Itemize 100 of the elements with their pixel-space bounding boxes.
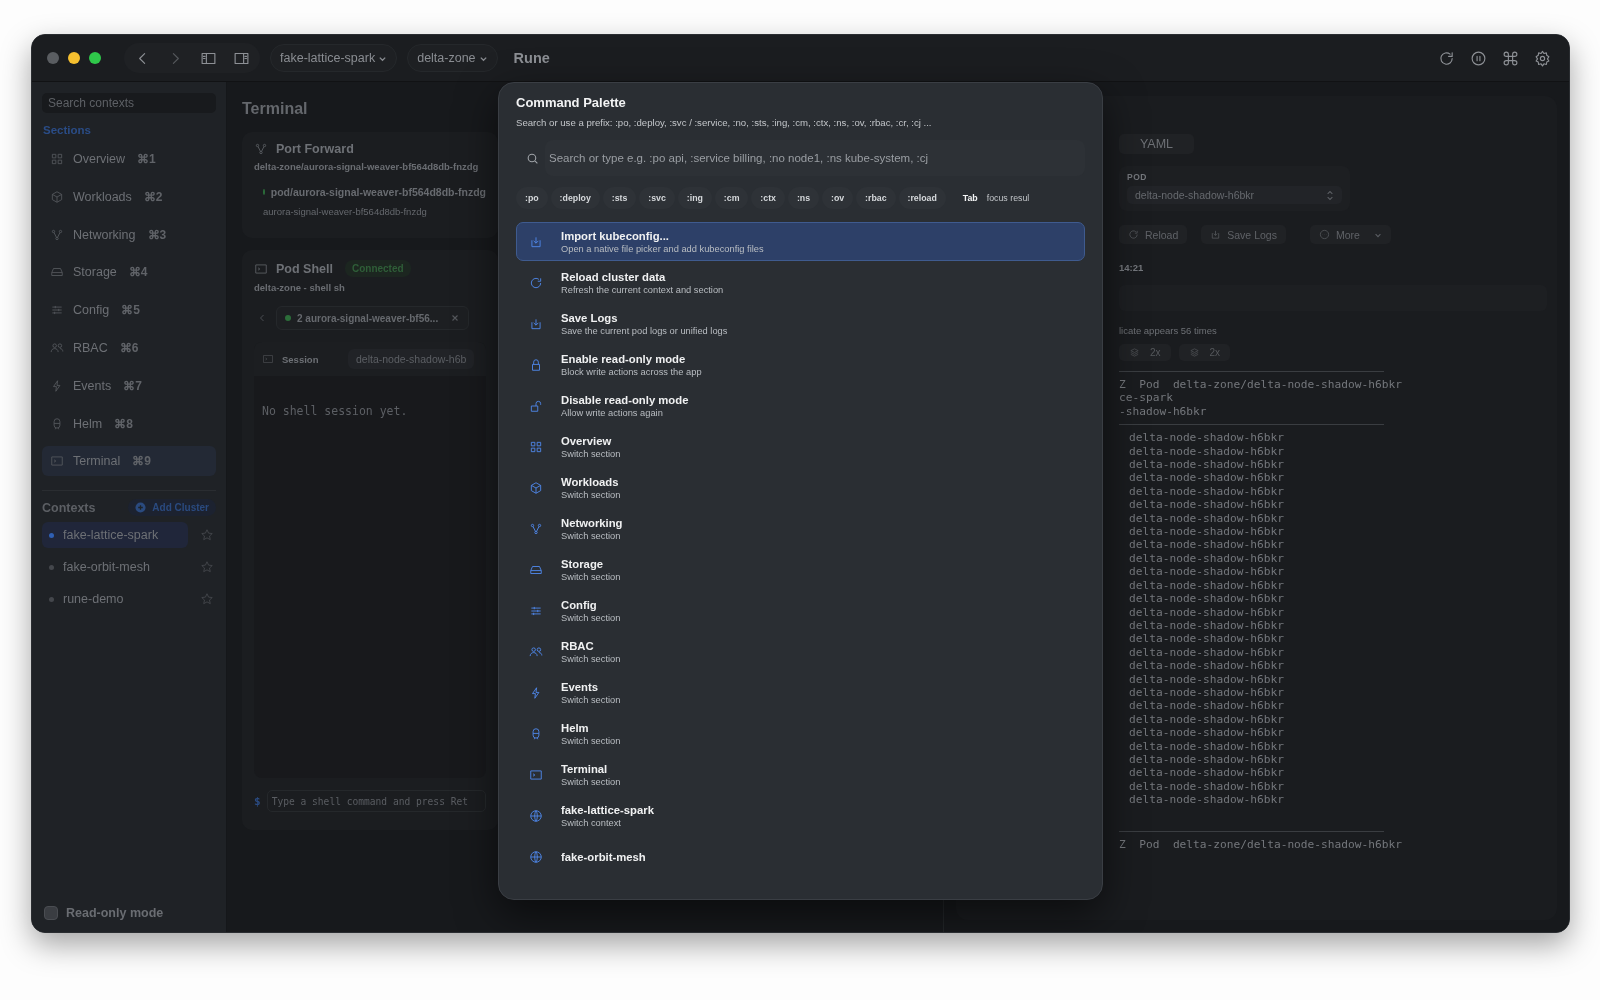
bolt-icon (529, 685, 543, 700)
command-input[interactable]: Type a shell command and press Ret (266, 790, 486, 812)
log-line: delta-node-shadow-h6bkr (1128, 632, 1285, 646)
prefix-chip[interactable]: :po (516, 187, 548, 209)
terminal-icon (262, 353, 274, 365)
log-line: delta-node-shadow-h6bkr (1128, 605, 1285, 619)
command-item[interactable]: Storage Switch section (516, 550, 1085, 589)
reload-icon (1128, 229, 1139, 240)
zoom-window-button[interactable] (89, 52, 101, 64)
field-label: POD (1127, 172, 1148, 182)
lock-icon (529, 357, 543, 372)
command-item[interactable]: Events Switch section (516, 673, 1085, 712)
prefix-chip[interactable]: :reload (898, 187, 946, 209)
palette-hint: Search or use a prefix: :po, :deploy, :svc / :service, :no, :sts, :ing, :cm, :ctx, :ns, :ov, :rbac, :cr, :cj ... (516, 117, 933, 128)
log-line: delta-node-shadow-h6bkr (1128, 578, 1285, 593)
card-subtitle: delta-zone/aurora-signal-weaver-bf564d8db-fnzdg (254, 161, 480, 172)
log-line: delta-node-shadow-h6bkr (1128, 739, 1285, 753)
terminal-icon (254, 261, 268, 276)
command-item[interactable]: Config Switch section (516, 591, 1085, 630)
prefix-chip[interactable]: :sts (602, 187, 637, 209)
log-meta: ce-spark (1119, 391, 1174, 405)
network-icon (50, 227, 64, 242)
pod-name: pod/aurora-signal-weaver-bf564d8db-fnzdg (270, 186, 486, 198)
log-line: delta-node-shadow-h6bkr (1128, 779, 1285, 794)
namespace-dropdown[interactable]: delta-zone (407, 44, 498, 72)
prefix-chip[interactable]: :svc (639, 187, 675, 209)
prefix-chip[interactable]: :cm (714, 187, 749, 209)
log-line: delta-node-shadow-h6bkr (1128, 618, 1285, 633)
unlock-icon (529, 398, 543, 413)
prefix-chip[interactable]: :ov (822, 187, 854, 209)
log-line: delta-node-shadow-h6bkr (1128, 645, 1285, 660)
duplicate-note: licate appears 56 times (1119, 325, 1218, 336)
log-line: delta-node-shadow-h6bkr (1128, 565, 1285, 579)
globe-icon (529, 849, 543, 864)
users-icon (529, 644, 543, 659)
command-icon[interactable] (1502, 49, 1519, 67)
log-line: delta-node-shadow-h6bkr (1128, 659, 1285, 673)
command-item[interactable]: Overview Switch section (516, 427, 1085, 466)
command-item[interactable]: Import kubeconfig... Open a native file picker and add kubeconfig files (516, 222, 1085, 261)
prefix-chip[interactable]: :deploy (550, 187, 600, 209)
log-line: delta-node-shadow-h6bkr (1128, 793, 1285, 807)
log-line: delta-node-shadow-h6bkr (1128, 712, 1285, 727)
log-line: delta-node-shadow-h6bkr (1128, 726, 1285, 740)
command-item[interactable]: Save Logs Save the current pod logs or unified logs (516, 304, 1085, 343)
settings-icon[interactable] (1534, 49, 1551, 67)
close-window-button[interactable] (47, 52, 59, 64)
globe-icon (529, 808, 543, 823)
status-badge: Connected (344, 260, 411, 277)
context-dropdown[interactable]: fake-lattice-spark (270, 44, 398, 72)
prefix-chip[interactable]: :ctx (751, 187, 785, 209)
command-item[interactable]: Workloads Switch section (516, 468, 1085, 507)
minimize-window-button[interactable] (68, 52, 80, 64)
star-icon[interactable] (200, 528, 214, 543)
download-icon (529, 316, 543, 331)
log-line: delta-node-shadow-h6bkr (1128, 766, 1285, 780)
log-meta: -shadow-h6bkr (1119, 404, 1208, 419)
updown-icon (1326, 189, 1334, 201)
network-icon (529, 521, 543, 536)
log-line: delta-node-shadow-h6bkr (1128, 498, 1285, 512)
command-item[interactable]: fake-lattice-spark Switch context (516, 796, 1085, 835)
log-line: delta-node-shadow-h6bkr (1128, 551, 1285, 566)
session-label: Session (282, 353, 320, 365)
section-heading: Sections (43, 124, 92, 136)
log-line: delta-node-shadow-h6bkr (1128, 672, 1285, 686)
command-item[interactable]: Networking Switch section (516, 509, 1085, 548)
pod-detail: aurora-signal-weaver-bf564d8db-fnzdg (262, 206, 428, 217)
card-title: Port Forward (276, 142, 354, 156)
download-icon (1210, 229, 1222, 240)
key-label: Tab (962, 193, 978, 203)
log-line: delta-node-shadow-h6bkr (1128, 538, 1285, 552)
timestamp: 14:21 (1119, 262, 1145, 273)
bolt-icon (50, 378, 64, 393)
plus-icon (135, 502, 147, 514)
command-item[interactable]: Helm Switch section (516, 714, 1085, 753)
search-field[interactable]: Search contexts (42, 93, 216, 113)
card-subtitle: delta-zone - shell sh (254, 282, 346, 293)
log-header: Z Pod delta-zone/delta-node-shadow-h6bkr (1119, 837, 1403, 851)
log-line: delta-node-shadow-h6bkr (1128, 752, 1285, 767)
prefix-chip[interactable]: :ing (677, 187, 712, 209)
reload-icon (529, 275, 543, 290)
terminal-icon (50, 454, 64, 469)
pause-icon[interactable] (1470, 49, 1487, 67)
log-line: delta-node-shadow-h6bkr (1128, 525, 1285, 539)
command-item[interactable]: Terminal Switch section (516, 755, 1085, 794)
command-item[interactable]: Reload cluster data Refresh the current context and section (516, 263, 1085, 302)
refresh-icon[interactable] (1438, 49, 1455, 67)
app-title: Rune (513, 50, 550, 66)
log-line: delta-node-shadow-h6bkr (1128, 699, 1285, 713)
prefix-chip[interactable]: :rbac (856, 187, 896, 209)
command-item[interactable]: Enable read-only mode Block write actions across the app (516, 345, 1085, 384)
panel-title: Terminal (242, 100, 309, 118)
command-item[interactable]: Disable read-only mode Allow write actions again (516, 386, 1085, 425)
star-icon[interactable] (200, 560, 214, 575)
star-icon[interactable] (200, 592, 214, 607)
log-line: delta-node-shadow-h6bkr (1128, 592, 1285, 606)
log-line: delta-node-shadow-h6bkr (1128, 444, 1285, 459)
prefix-chip[interactable]: :ns (787, 187, 820, 209)
command-item[interactable]: fake-orbit-mesh (516, 837, 1085, 876)
checkbox[interactable] (44, 906, 58, 920)
command-item[interactable]: RBAC Switch section (516, 632, 1085, 671)
